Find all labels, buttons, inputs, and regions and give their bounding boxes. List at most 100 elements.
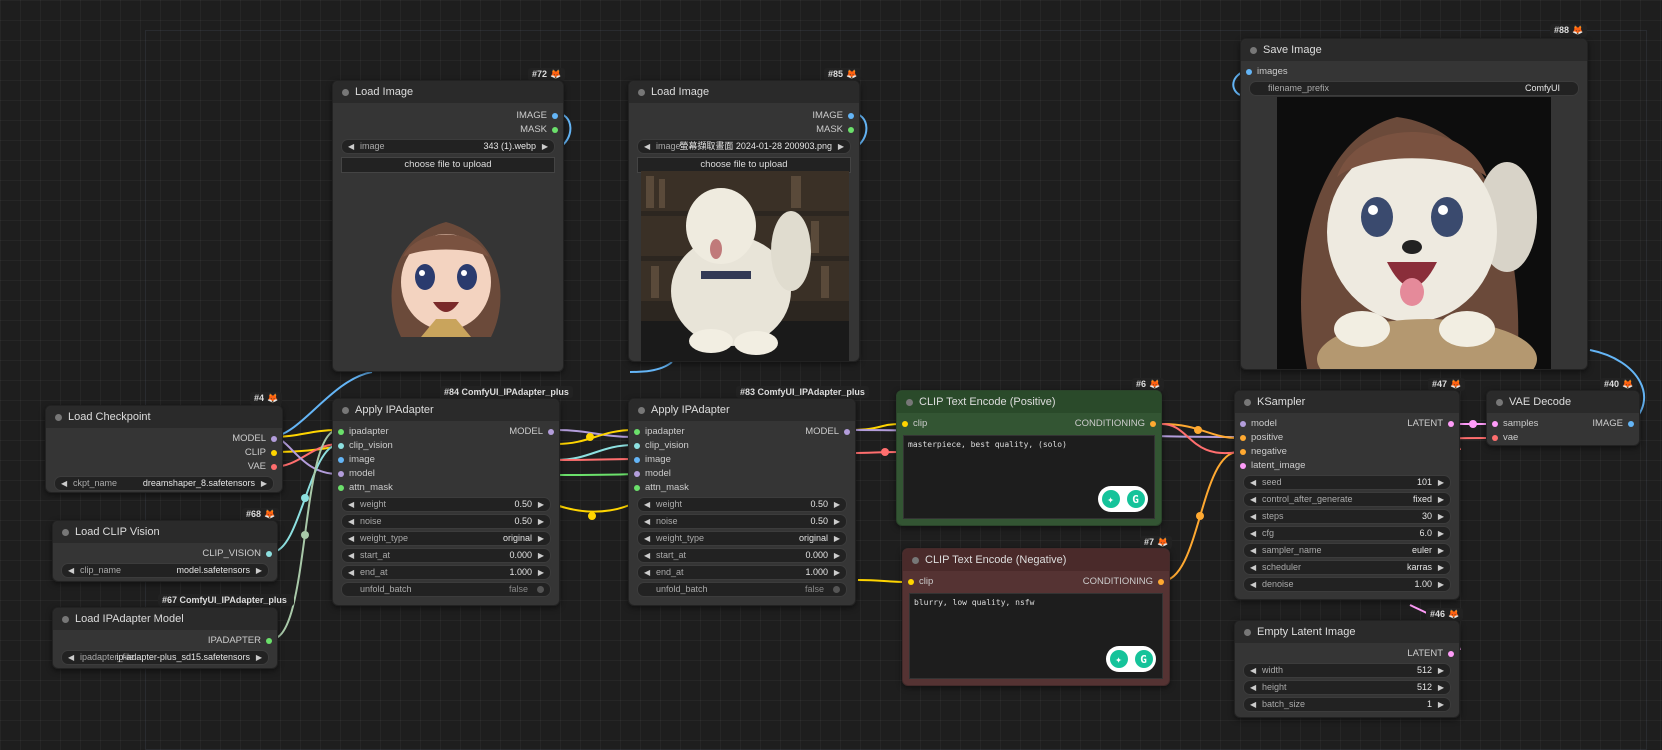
bulb-icon[interactable]: ✦ [1101,490,1120,508]
unfold-batch-toggle[interactable]: unfold_batch false [341,582,551,597]
input-clip[interactable]: clip CONDITIONING [903,575,1169,589]
input-model[interactable]: model [333,467,559,481]
end-at-widget[interactable]: ◀ end_at 1.000 ▶ [637,565,847,580]
output-image[interactable]: IMAGE [333,109,563,123]
image-select-widget[interactable]: ◀ image 螢幕擷取畫面 2024-01-28 200903.png ▶ [637,139,851,154]
load-clip-vision-node[interactable]: Load CLIP Vision CLIP_VISION ◀ clip_name m… [52,520,278,582]
grammarly-widget[interactable]: ✦ G [1098,486,1148,512]
load-image-node-72[interactable]: Load Image IMAGE MASK ◀ image 343 (1).webp… [332,80,564,372]
height-widget[interactable]: ◀ height 512 ▶ [1243,680,1451,695]
weight-widget[interactable]: ◀ weight 0.50 ▶ [637,497,847,512]
input-image[interactable]: image [629,453,855,467]
load-ipadapter-model-node[interactable]: Load IPAdapter Model IPADAPTER ◀ ipadapte… [52,607,278,669]
image-preview [361,207,531,337]
node-title[interactable]: Load Image [629,81,859,103]
node-title[interactable]: Load CLIP Vision [53,521,277,543]
input-samples[interactable]: samples IMAGE [1487,417,1639,431]
load-checkpoint-node[interactable]: Load Checkpoint MODEL CLIP VAE ◀ ckpt_nam… [45,405,283,493]
node-badge: #83 ComfyUI_IPAdapter_plus [736,386,869,398]
input-clip[interactable]: clip CONDITIONING [897,417,1161,431]
unfold-batch-toggle[interactable]: unfold_batch false [637,582,847,597]
scheduler-widget[interactable]: ◀ scheduler karras ▶ [1243,560,1451,575]
steps-widget[interactable]: ◀ steps 30 ▶ [1243,509,1451,524]
ckpt-name-widget[interactable]: ◀ ckpt_name dreamshaper_8.safetensors ▶ [54,476,274,491]
save-image-node[interactable]: Save Image images filename_prefix ComfyUI [1240,38,1588,370]
input-positive[interactable]: positive [1235,431,1459,445]
noise-widget[interactable]: ◀ noise 0.50 ▶ [341,514,551,529]
load-image-node-85[interactable]: Load Image IMAGE MASK ◀ image 螢幕擷取畫面 2024-… [628,80,860,362]
filename-prefix-widget[interactable]: filename_prefix ComfyUI [1249,81,1579,96]
input-attn-mask[interactable]: attn_mask [333,481,559,495]
output-clip-vision[interactable]: CLIP_VISION [53,547,277,561]
node-title[interactable]: VAE Decode [1487,391,1639,413]
vae-decode-node[interactable]: VAE Decode samples IMAGE vae [1486,390,1640,446]
batch-size-widget[interactable]: ◀ batch_size 1 ▶ [1243,697,1451,712]
start-at-widget[interactable]: ◀ start_at 0.000 ▶ [637,548,847,563]
bulb-icon[interactable]: ✦ [1109,650,1128,668]
node-badge: #84 ComfyUI_IPAdapter_plus [440,386,573,398]
input-attn-mask[interactable]: attn_mask [629,481,855,495]
end-at-widget[interactable]: ◀ end_at 1.000 ▶ [341,565,551,580]
prompt-textarea[interactable]: masterpiece, best quality, (solo) ✦ G [903,435,1155,519]
node-title[interactable]: KSampler [1235,391,1459,413]
input-clip-vision[interactable]: clip_vision [629,439,855,453]
grammarly-widget[interactable]: ✦ G [1106,646,1156,672]
output-vae[interactable]: VAE [46,460,282,474]
input-vae[interactable]: vae [1487,431,1639,445]
input-negative[interactable]: negative [1235,445,1459,459]
ipadapter-file-widget[interactable]: ◀ ipadapter_file ip-adapter-plus_sd15.safe… [61,650,269,665]
input-ipadapter[interactable]: ipadapter MODEL [629,425,855,439]
choose-file-button[interactable]: choose file to upload [341,157,555,173]
prompt-textarea[interactable]: blurry, low quality, nsfw ✦ G [909,593,1163,679]
node-title[interactable]: CLIP Text Encode (Negative) [903,549,1169,571]
width-widget[interactable]: ◀ width 512 ▶ [1243,663,1451,678]
grammarly-icon[interactable]: G [1134,650,1153,668]
node-title[interactable]: Load Checkpoint [46,406,282,428]
output-latent[interactable]: LATENT [1235,647,1459,661]
clip-text-encode-negative-node[interactable]: CLIP Text Encode (Negative) clip CONDITIO… [902,548,1170,686]
input-latent-image[interactable]: latent_image [1235,459,1459,473]
weight-type-widget[interactable]: ◀ weight_type original ▶ [341,531,551,546]
output-mask[interactable]: MASK [333,123,563,137]
noise-widget[interactable]: ◀ noise 0.50 ▶ [637,514,847,529]
denoise-widget[interactable]: ◀ denoise 1.00 ▶ [1243,577,1451,592]
node-title[interactable]: Empty Latent Image [1235,621,1459,643]
grammarly-icon[interactable]: G [1126,490,1145,508]
output-model[interactable]: MODEL [46,432,282,446]
node-title[interactable]: Apply IPAdapter [333,399,559,421]
ksampler-node[interactable]: KSampler model LATENT positive negative l… [1234,390,1460,600]
node-title[interactable]: Apply IPAdapter [629,399,855,421]
input-model[interactable]: model LATENT [1235,417,1459,431]
output-mask[interactable]: MASK [629,123,859,137]
input-clip-vision[interactable]: clip_vision [333,439,559,453]
node-title[interactable]: CLIP Text Encode (Positive) [897,391,1161,413]
node-badge: #67 ComfyUI_IPAdapter_plus [158,594,294,606]
output-image[interactable]: IMAGE [629,109,859,123]
input-model[interactable]: model [629,467,855,481]
output-ipadapter[interactable]: IPADAPTER [53,634,277,648]
output-clip[interactable]: CLIP [46,446,282,460]
start-at-widget[interactable]: ◀ start_at 0.000 ▶ [341,548,551,563]
empty-latent-image-node[interactable]: Empty Latent Image LATENT ◀ width 512 ▶ ◀ he… [1234,620,1460,718]
node-title[interactable]: Load Image [333,81,563,103]
node-badge: #4 🦊 [250,392,283,405]
clip-text-encode-positive-node[interactable]: CLIP Text Encode (Positive) clip CONDITIO… [896,390,1162,526]
weight-widget[interactable]: ◀ weight 0.50 ▶ [341,497,551,512]
node-title[interactable]: Save Image [1241,39,1587,61]
apply-ipadapter-node-84[interactable]: Apply IPAdapter ipadapter MODEL clip_visi… [332,398,560,606]
node-title[interactable]: Load IPAdapter Model [53,608,277,630]
input-ipadapter[interactable]: ipadapter MODEL [333,425,559,439]
weight-type-widget[interactable]: ◀ weight_type original ▶ [637,531,847,546]
output-image-preview [1277,97,1551,369]
seed-widget[interactable]: ◀ seed 101 ▶ [1243,475,1451,490]
control-after-generate-widget[interactable]: ◀ control_after_generate fixed ▶ [1243,492,1451,507]
input-images[interactable]: images [1241,65,1587,79]
image-preview [641,171,849,361]
input-image[interactable]: image [333,453,559,467]
sampler-name-widget[interactable]: ◀ sampler_name euler ▶ [1243,543,1451,558]
image-select-widget[interactable]: ◀ image 343 (1).webp ▶ [341,139,555,154]
apply-ipadapter-node-83[interactable]: Apply IPAdapter ipadapter MODEL clip_visi… [628,398,856,606]
clip-name-widget[interactable]: ◀ clip_name model.safetensors ▶ [61,563,269,578]
cfg-widget[interactable]: ◀ cfg 6.0 ▶ [1243,526,1451,541]
node-badge: #88 🦊 [1550,24,1588,37]
